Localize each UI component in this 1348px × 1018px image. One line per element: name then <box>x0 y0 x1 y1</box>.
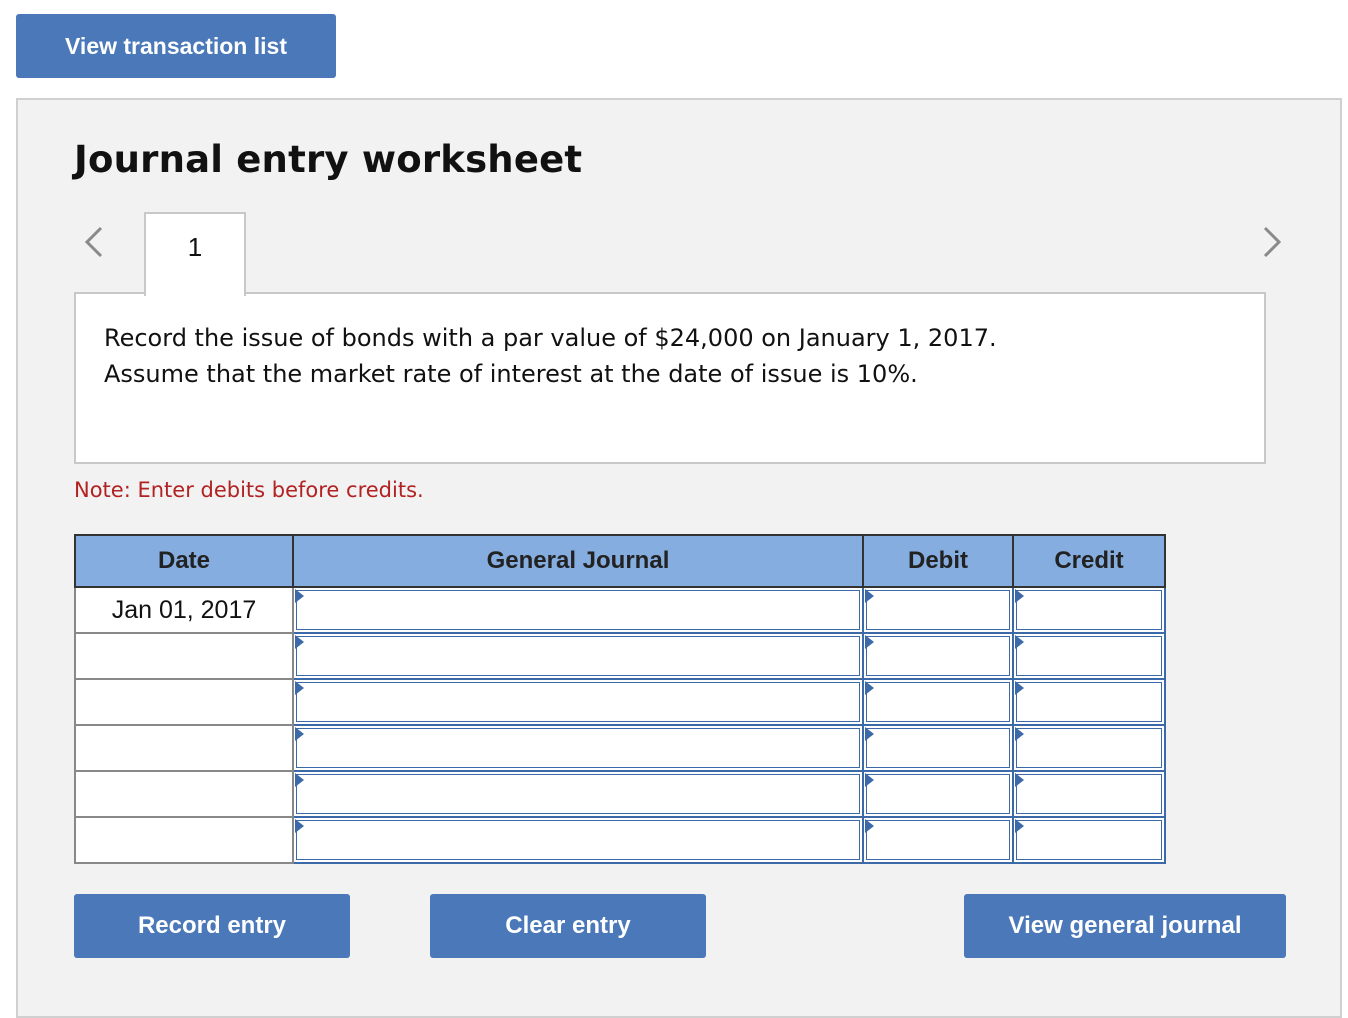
account-input-cell <box>292 724 864 772</box>
entry-note: Note: Enter debits before credits. <box>74 478 424 502</box>
tab-entry-1[interactable]: 1 <box>144 212 246 296</box>
transaction-description: Record the issue of bonds with a par val… <box>74 292 1266 464</box>
debit-input-cell <box>862 724 1014 772</box>
triangle-marker-icon <box>865 681 874 695</box>
table-row <box>74 632 1166 680</box>
account-input[interactable] <box>296 682 860 722</box>
journal-header-row: Date General Journal Debit Credit <box>74 534 1166 588</box>
account-input[interactable] <box>296 636 860 676</box>
date-cell: Jan 01, 2017 <box>74 586 294 634</box>
date-cell <box>74 678 294 726</box>
credit-input-cell <box>1012 724 1166 772</box>
credit-input[interactable] <box>1016 636 1162 676</box>
triangle-marker-icon <box>865 635 874 649</box>
credit-input[interactable] <box>1016 682 1162 722</box>
description-line-1: Record the issue of bonds with a par val… <box>104 324 997 352</box>
triangle-marker-icon <box>1015 635 1024 649</box>
triangle-marker-icon <box>1015 589 1024 603</box>
worksheet-title: Journal entry worksheet <box>74 138 583 181</box>
credit-input-cell <box>1012 816 1166 864</box>
triangle-marker-icon <box>865 589 874 603</box>
date-cell <box>74 770 294 818</box>
account-input-cell <box>292 816 864 864</box>
triangle-marker-icon <box>295 589 304 603</box>
triangle-marker-icon <box>295 773 304 787</box>
credit-input-cell <box>1012 678 1166 726</box>
credit-input[interactable] <box>1016 728 1162 768</box>
table-row <box>74 678 1166 726</box>
record-entry-button[interactable]: Record entry <box>74 894 350 958</box>
table-row <box>74 816 1166 864</box>
column-header-date: Date <box>74 534 294 588</box>
debit-input[interactable] <box>866 728 1010 768</box>
triangle-marker-icon <box>295 819 304 833</box>
triangle-marker-icon <box>1015 819 1024 833</box>
date-cell <box>74 816 294 864</box>
account-input[interactable] <box>296 820 860 860</box>
triangle-marker-icon <box>1015 773 1024 787</box>
column-header-debit: Debit <box>862 534 1014 588</box>
triangle-marker-icon <box>295 681 304 695</box>
credit-input[interactable] <box>1016 774 1162 814</box>
debit-input-cell <box>862 770 1014 818</box>
account-input-cell <box>292 586 864 634</box>
debit-input[interactable] <box>866 820 1010 860</box>
account-input[interactable] <box>296 728 860 768</box>
description-line-2: Assume that the market rate of interest … <box>104 360 918 388</box>
debit-input-cell <box>862 678 1014 726</box>
chevron-right-icon[interactable] <box>1252 222 1292 262</box>
credit-input-cell <box>1012 586 1166 634</box>
triangle-marker-icon <box>865 819 874 833</box>
debit-input-cell <box>862 632 1014 680</box>
view-transaction-list-button[interactable]: View transaction list <box>16 14 336 78</box>
triangle-marker-icon <box>1015 681 1024 695</box>
account-input-cell <box>292 678 864 726</box>
triangle-marker-icon <box>295 727 304 741</box>
date-cell <box>74 724 294 772</box>
table-row <box>74 724 1166 772</box>
debit-input[interactable] <box>866 774 1010 814</box>
account-input[interactable] <box>296 590 860 630</box>
debit-input[interactable] <box>866 636 1010 676</box>
debit-input[interactable] <box>866 590 1010 630</box>
column-header-credit: Credit <box>1012 534 1166 588</box>
debit-input[interactable] <box>866 682 1010 722</box>
clear-entry-button[interactable]: Clear entry <box>430 894 706 958</box>
account-input-cell <box>292 632 864 680</box>
debit-input-cell <box>862 816 1014 864</box>
account-input-cell <box>292 770 864 818</box>
view-general-journal-button[interactable]: View general journal <box>964 894 1286 958</box>
date-cell <box>74 632 294 680</box>
credit-input-cell <box>1012 632 1166 680</box>
tab-label: 1 <box>187 232 203 262</box>
table-row <box>74 770 1166 818</box>
debit-input-cell <box>862 586 1014 634</box>
table-row: Jan 01, 2017 <box>74 586 1166 634</box>
chevron-left-icon[interactable] <box>74 222 114 262</box>
triangle-marker-icon <box>1015 727 1024 741</box>
triangle-marker-icon <box>865 773 874 787</box>
credit-input-cell <box>1012 770 1166 818</box>
credit-input[interactable] <box>1016 820 1162 860</box>
triangle-marker-icon <box>295 635 304 649</box>
credit-input[interactable] <box>1016 590 1162 630</box>
triangle-marker-icon <box>865 727 874 741</box>
account-input[interactable] <box>296 774 860 814</box>
column-header-general-journal: General Journal <box>292 534 864 588</box>
journal-table: Date General Journal Debit Credit Jan 01… <box>74 534 1166 864</box>
